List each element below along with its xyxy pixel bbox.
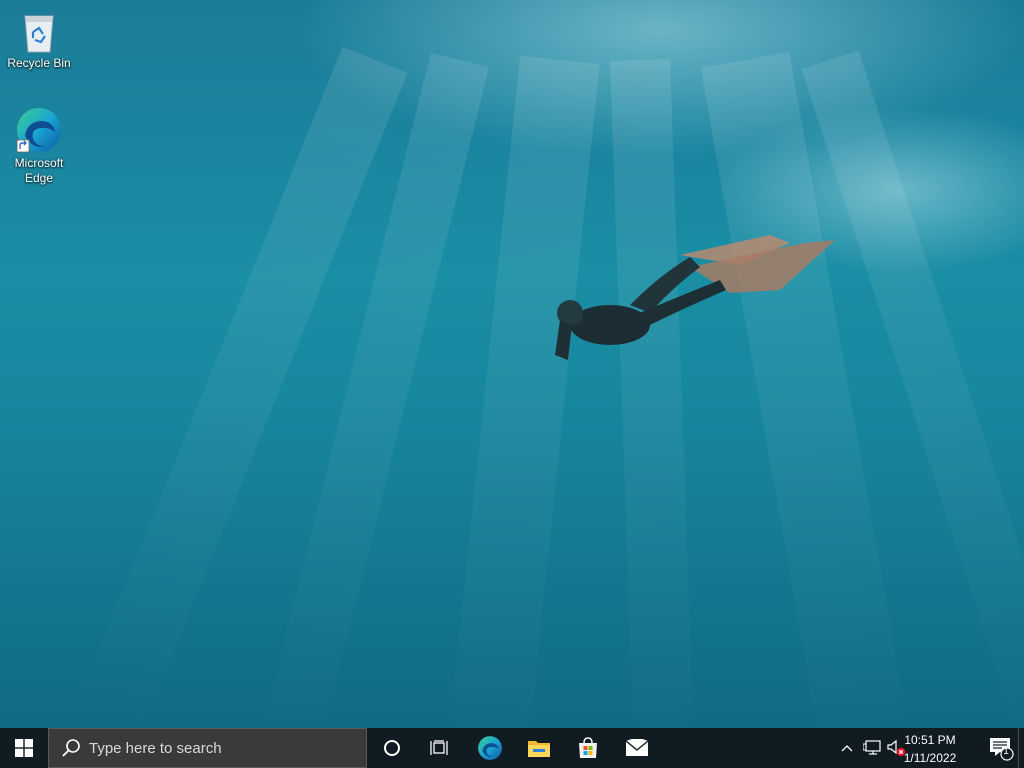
taskbar-edge-button[interactable] <box>468 728 512 768</box>
search-icon <box>62 739 80 757</box>
microsoft-store-button[interactable] <box>566 728 610 768</box>
clock-date: 1/11/2022 <box>903 751 957 765</box>
notification-count-badge: 1 <box>1003 746 1009 757</box>
diver-silhouette <box>555 235 835 360</box>
system-clock[interactable]: 10:51 PM 1/11/2022 <box>894 732 966 766</box>
start-button[interactable] <box>0 728 48 768</box>
show-desktop-button[interactable] <box>1018 728 1024 768</box>
windows-logo-icon <box>15 739 33 757</box>
desktop-icon-label: Microsoft Edge <box>14 156 64 185</box>
recycle-bin-icon <box>24 15 54 53</box>
search-placeholder: Type here to search <box>89 739 222 757</box>
edge-icon <box>16 108 61 153</box>
network-icon <box>863 740 881 755</box>
task-view-icon <box>430 740 448 755</box>
taskbar: Type here to search 10:51 PM 1/11/2022 1 <box>0 728 1024 768</box>
cortana-icon <box>384 740 400 756</box>
task-view-button[interactable] <box>418 728 462 768</box>
mail-button[interactable] <box>615 728 659 768</box>
file-explorer-button[interactable] <box>517 728 561 768</box>
clock-time: 10:51 PM <box>904 733 956 747</box>
taskbar-search-box[interactable]: Type here to search <box>48 728 367 768</box>
desktop-wallpaper <box>0 0 1024 728</box>
desktop-icon-label: Recycle Bin <box>7 56 71 70</box>
file-explorer-icon <box>528 741 550 757</box>
microsoft-store-icon <box>579 737 597 758</box>
desktop-icon-microsoft-edge[interactable]: Microsoft Edge <box>3 106 75 186</box>
desktop-icon-recycle-bin[interactable]: Recycle Bin <box>3 8 75 71</box>
show-hidden-icons-icon <box>841 745 853 752</box>
mail-icon <box>625 739 649 756</box>
edge-icon <box>478 736 502 760</box>
network-button[interactable] <box>860 728 884 768</box>
show-hidden-icons-button[interactable] <box>836 728 858 768</box>
cortana-button[interactable] <box>370 728 414 768</box>
